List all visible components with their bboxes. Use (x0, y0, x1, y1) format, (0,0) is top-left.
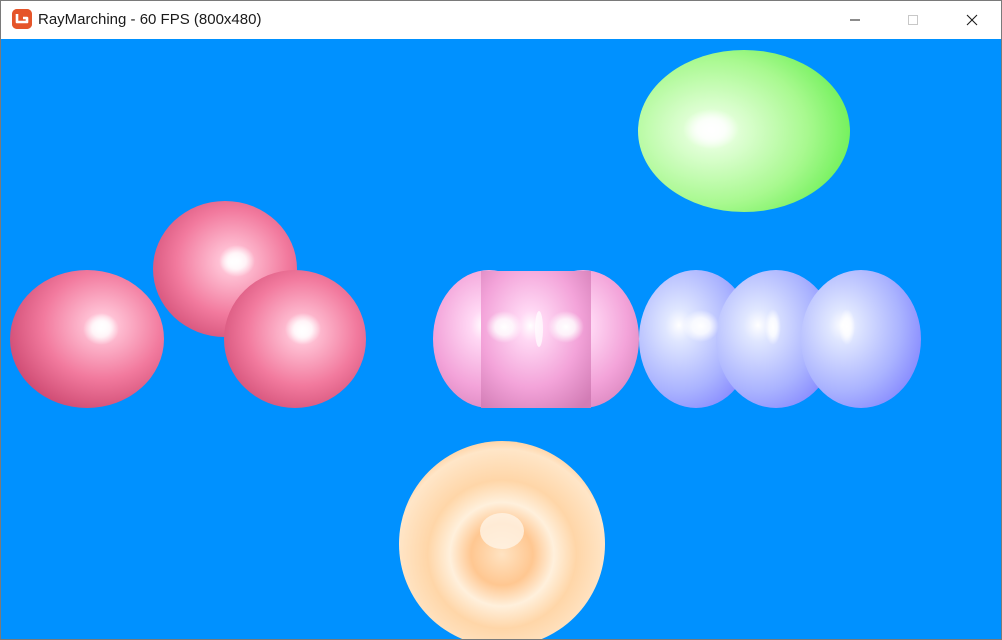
minimize-icon (850, 19, 860, 21)
minimize-button[interactable] (826, 1, 884, 39)
window-title: RayMarching - 60 FPS (800x480) (38, 11, 262, 28)
green-ellipsoid (638, 50, 850, 212)
close-button[interactable] (943, 1, 1001, 39)
render-viewport[interactable] (1, 39, 1001, 639)
close-icon (966, 14, 978, 26)
title-bar[interactable]: RayMarching - 60 FPS (800x480) (1, 1, 1001, 39)
monogame-icon (12, 9, 32, 29)
magenta-blob-double (433, 270, 639, 408)
peach-torus-sphere (399, 441, 605, 639)
blue-blob-triple (639, 270, 921, 408)
app-window: RayMarching - 60 FPS (800x480) (0, 0, 1002, 640)
maximize-button[interactable] (884, 1, 942, 39)
pink-sphere-left (10, 270, 164, 408)
maximize-icon (908, 15, 918, 25)
